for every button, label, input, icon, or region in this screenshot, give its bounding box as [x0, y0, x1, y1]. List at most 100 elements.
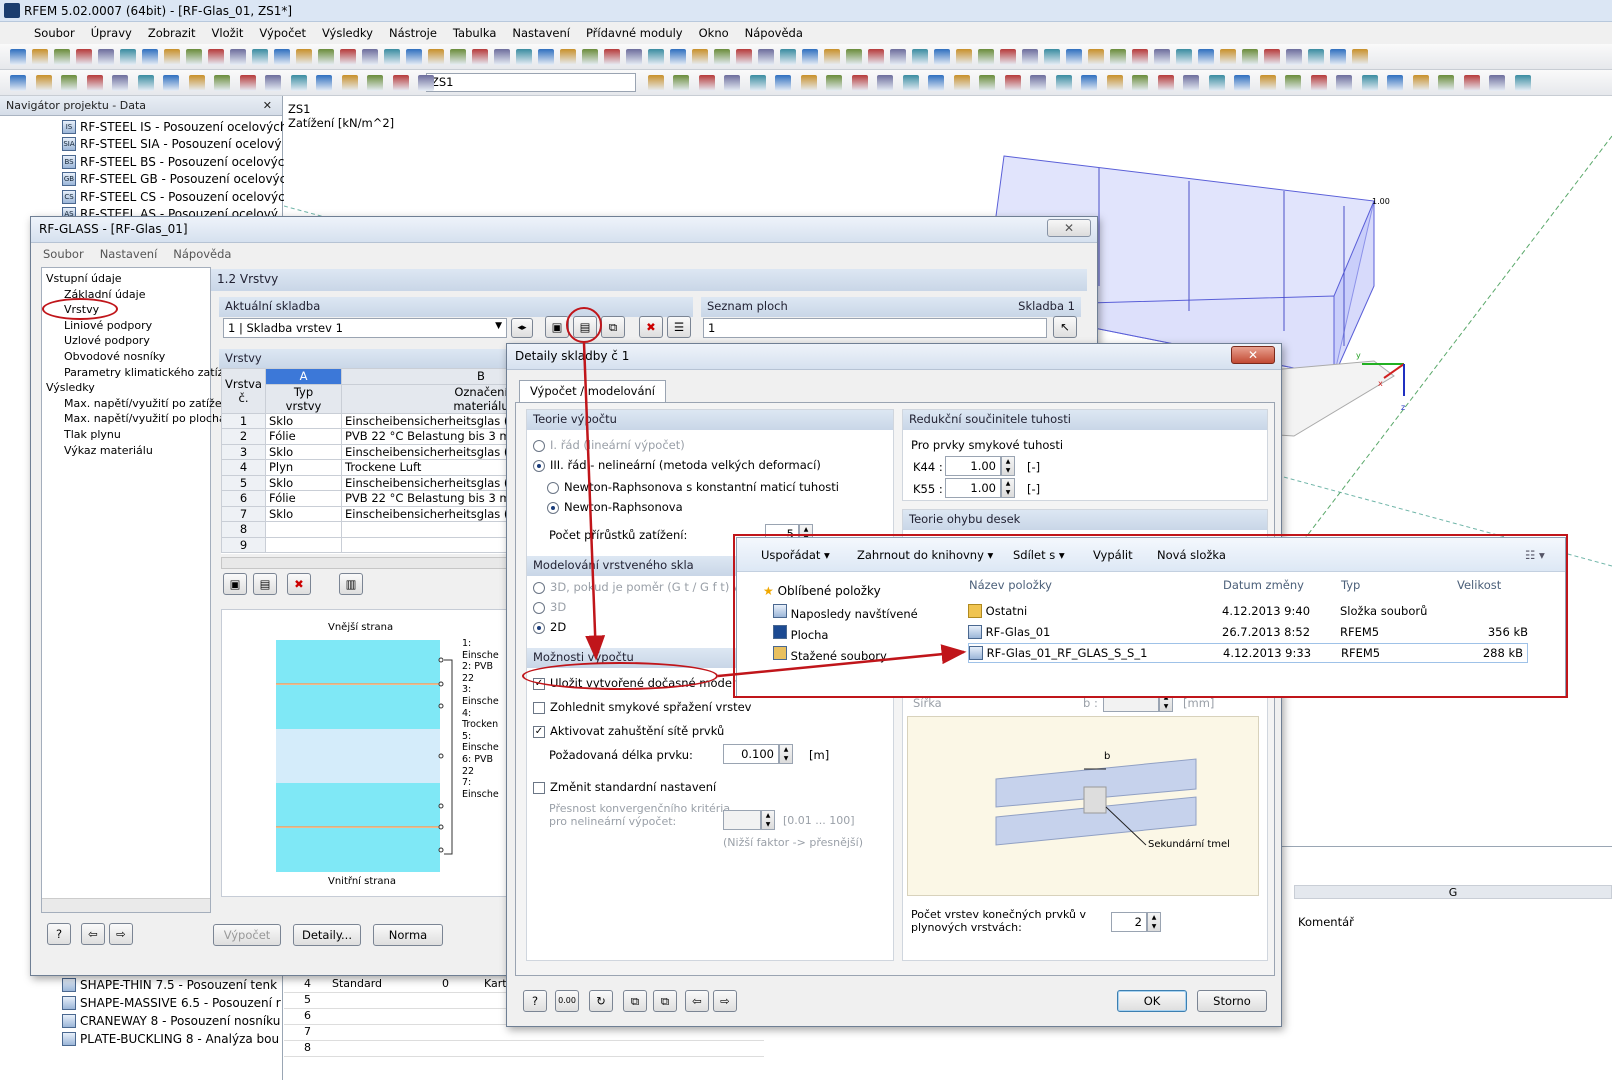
toolbar-button[interactable]: [714, 49, 730, 65]
toolbar-button[interactable]: [560, 49, 576, 65]
toolbar-button[interactable]: [1088, 49, 1104, 65]
layer-type-cell[interactable]: Sklo: [265, 412, 342, 429]
pick-areas-button[interactable]: ↖: [1053, 316, 1077, 338]
toolbar-button[interactable]: [1412, 75, 1429, 91]
toolbar-button[interactable]: [1000, 49, 1016, 65]
toolbar-button[interactable]: [890, 49, 906, 65]
toolbar-button[interactable]: [780, 49, 796, 65]
toolbar-button[interactable]: [341, 75, 358, 91]
toolbar-button[interactable]: [164, 49, 180, 65]
toolbar-button[interactable]: [418, 75, 434, 91]
toolbar-button[interactable]: [1044, 49, 1060, 65]
forward-button[interactable]: ⇨: [713, 990, 737, 1012]
toolbar-button[interactable]: [538, 49, 554, 65]
tree-item[interactable]: Výkaz materiálu: [64, 444, 153, 457]
spinner[interactable]: ▲▼: [761, 810, 775, 830]
layer-type-cell[interactable]: Sklo: [265, 443, 342, 460]
toolbar-button[interactable]: [1106, 75, 1123, 91]
table-scrollbar[interactable]: [221, 557, 509, 569]
table-row[interactable]: 8: [284, 1041, 764, 1057]
toolbar-button[interactable]: [76, 49, 92, 65]
toolbar-button[interactable]: [1514, 75, 1531, 91]
layer-type-cell[interactable]: Plyn: [265, 459, 342, 476]
toolbar-button[interactable]: [1132, 75, 1148, 91]
save-button[interactable]: ▤: [253, 573, 277, 595]
material-cell[interactable]: Einscheibensicherheitsglas (ESG): [341, 443, 511, 460]
toolbar-button[interactable]: [406, 49, 422, 65]
option-nr[interactable]: Newton-Raphsonova: [547, 500, 683, 514]
layer-type-cell[interactable]: [265, 536, 342, 553]
nav-item[interactable]: GB RF-STEEL GB - Posouzení ocelovýc: [62, 170, 286, 187]
toolbar-button[interactable]: [296, 49, 312, 65]
nav-item[interactable]: SIA RF-STEEL SIA - Posouzení ocelový: [62, 135, 282, 152]
option-3d[interactable]: 3D: [533, 600, 566, 614]
toolbar-button[interactable]: [749, 75, 766, 91]
change-defaults-checkbox[interactable]: Změnit standardní nastavení: [533, 780, 716, 794]
nav-item[interactable]: PLATE-BUCKLING 8 - Analýza bou: [62, 1030, 279, 1047]
toolbar-button[interactable]: [868, 49, 884, 65]
nav-item[interactable]: CRANEWAY 8 - Posouzení nosníku: [62, 1012, 280, 1029]
menu-vysledky[interactable]: Výsledky: [322, 26, 373, 40]
menu-moduly[interactable]: Přídavné moduly: [586, 26, 683, 40]
delete-layer-button[interactable]: ✖: [287, 573, 311, 595]
fe-layers-input[interactable]: 2: [1111, 912, 1147, 932]
menu-vypocet[interactable]: Výpočet: [259, 26, 306, 40]
toolbar-button[interactable]: [472, 49, 488, 65]
ok-button[interactable]: OK: [1117, 990, 1187, 1012]
toolbar-button[interactable]: [142, 49, 158, 65]
toolbar-button[interactable]: [1030, 75, 1046, 91]
menu-vlozit[interactable]: Vložit: [212, 26, 244, 40]
toolbar-button[interactable]: [1066, 49, 1082, 65]
toolbar-button[interactable]: [802, 49, 818, 65]
table-row[interactable]: 9: [221, 536, 511, 553]
element-length-input[interactable]: 0.100: [723, 744, 779, 764]
close-button[interactable]: ✕: [1231, 346, 1275, 364]
material-cell[interactable]: Einscheibensicherheitsglas (ESG): [341, 474, 511, 491]
convergence-input[interactable]: [723, 810, 761, 830]
toolbar-button[interactable]: [112, 75, 128, 91]
toolbar-button[interactable]: [1285, 75, 1301, 91]
table-row[interactable]: 2 Fólie PVB 22 °C Belastung bis 3 min: [221, 428, 511, 445]
col-a[interactable]: A: [265, 368, 342, 385]
toolbar-button[interactable]: [494, 49, 510, 65]
forward-button[interactable]: ⇨: [109, 923, 133, 945]
toolbar-button[interactable]: [775, 75, 791, 91]
toolbar-button[interactable]: [1110, 49, 1126, 65]
toolbar-button[interactable]: [1489, 75, 1505, 91]
material-cell[interactable]: PVB 22 °C Belastung bis 3 min: [341, 490, 511, 507]
tab-calculation[interactable]: Výpočet / modelování: [519, 380, 666, 402]
toolbar-button[interactable]: [1208, 75, 1225, 91]
table-row[interactable]: 5SkloEinscheibensicherheitsglas (ESG): [221, 474, 511, 491]
refine-mesh-checkbox[interactable]: ✓ Aktivovat zahuštění sítě prvků: [533, 724, 724, 738]
tree-item[interactable]: Parametry klimatického zatížen: [64, 366, 237, 379]
spinner[interactable]: ▲▼: [1147, 912, 1161, 932]
menu-napoveda[interactable]: Nápověda: [745, 26, 803, 40]
menu-okno[interactable]: Okno: [699, 26, 729, 40]
menu-zobrazit[interactable]: Zobrazit: [148, 26, 196, 40]
toolbar-button[interactable]: [1330, 49, 1346, 65]
material-cell[interactable]: PVB 22 °C Belastung bis 3 min: [341, 428, 511, 445]
prev-next-button[interactable]: ◂▸: [511, 318, 533, 338]
toolbar-button[interactable]: [604, 49, 620, 65]
toolbar-button[interactable]: [214, 75, 230, 91]
close-icon[interactable]: ✕: [263, 99, 272, 112]
toolbar-button[interactable]: [1259, 75, 1276, 91]
option-first-order[interactable]: I. řád (lineární výpočet): [533, 438, 685, 452]
toolbar-button[interactable]: [428, 49, 444, 65]
delete-composition-button[interactable]: ✖: [639, 316, 663, 338]
toolbar-button[interactable]: [186, 49, 202, 65]
toolbar-button[interactable]: [1286, 49, 1302, 65]
menu-soubor[interactable]: Soubor: [34, 26, 75, 40]
toolbar-button[interactable]: [1308, 49, 1324, 65]
toolbar-button[interactable]: [1361, 75, 1378, 91]
toolbar-button[interactable]: [188, 75, 205, 91]
toolbar-button[interactable]: [692, 49, 708, 65]
material-cell[interactable]: [341, 521, 511, 538]
toolbar-button[interactable]: [877, 75, 893, 91]
toolbar-button[interactable]: [1463, 75, 1480, 91]
import-button[interactable]: ▣: [223, 573, 247, 595]
toolbar-button[interactable]: [1264, 49, 1280, 65]
tree-item[interactable]: Max. napětí/využití po plocháci: [64, 412, 235, 425]
layer-type-cell[interactable]: [265, 521, 342, 538]
toolbar-button[interactable]: [274, 49, 290, 65]
